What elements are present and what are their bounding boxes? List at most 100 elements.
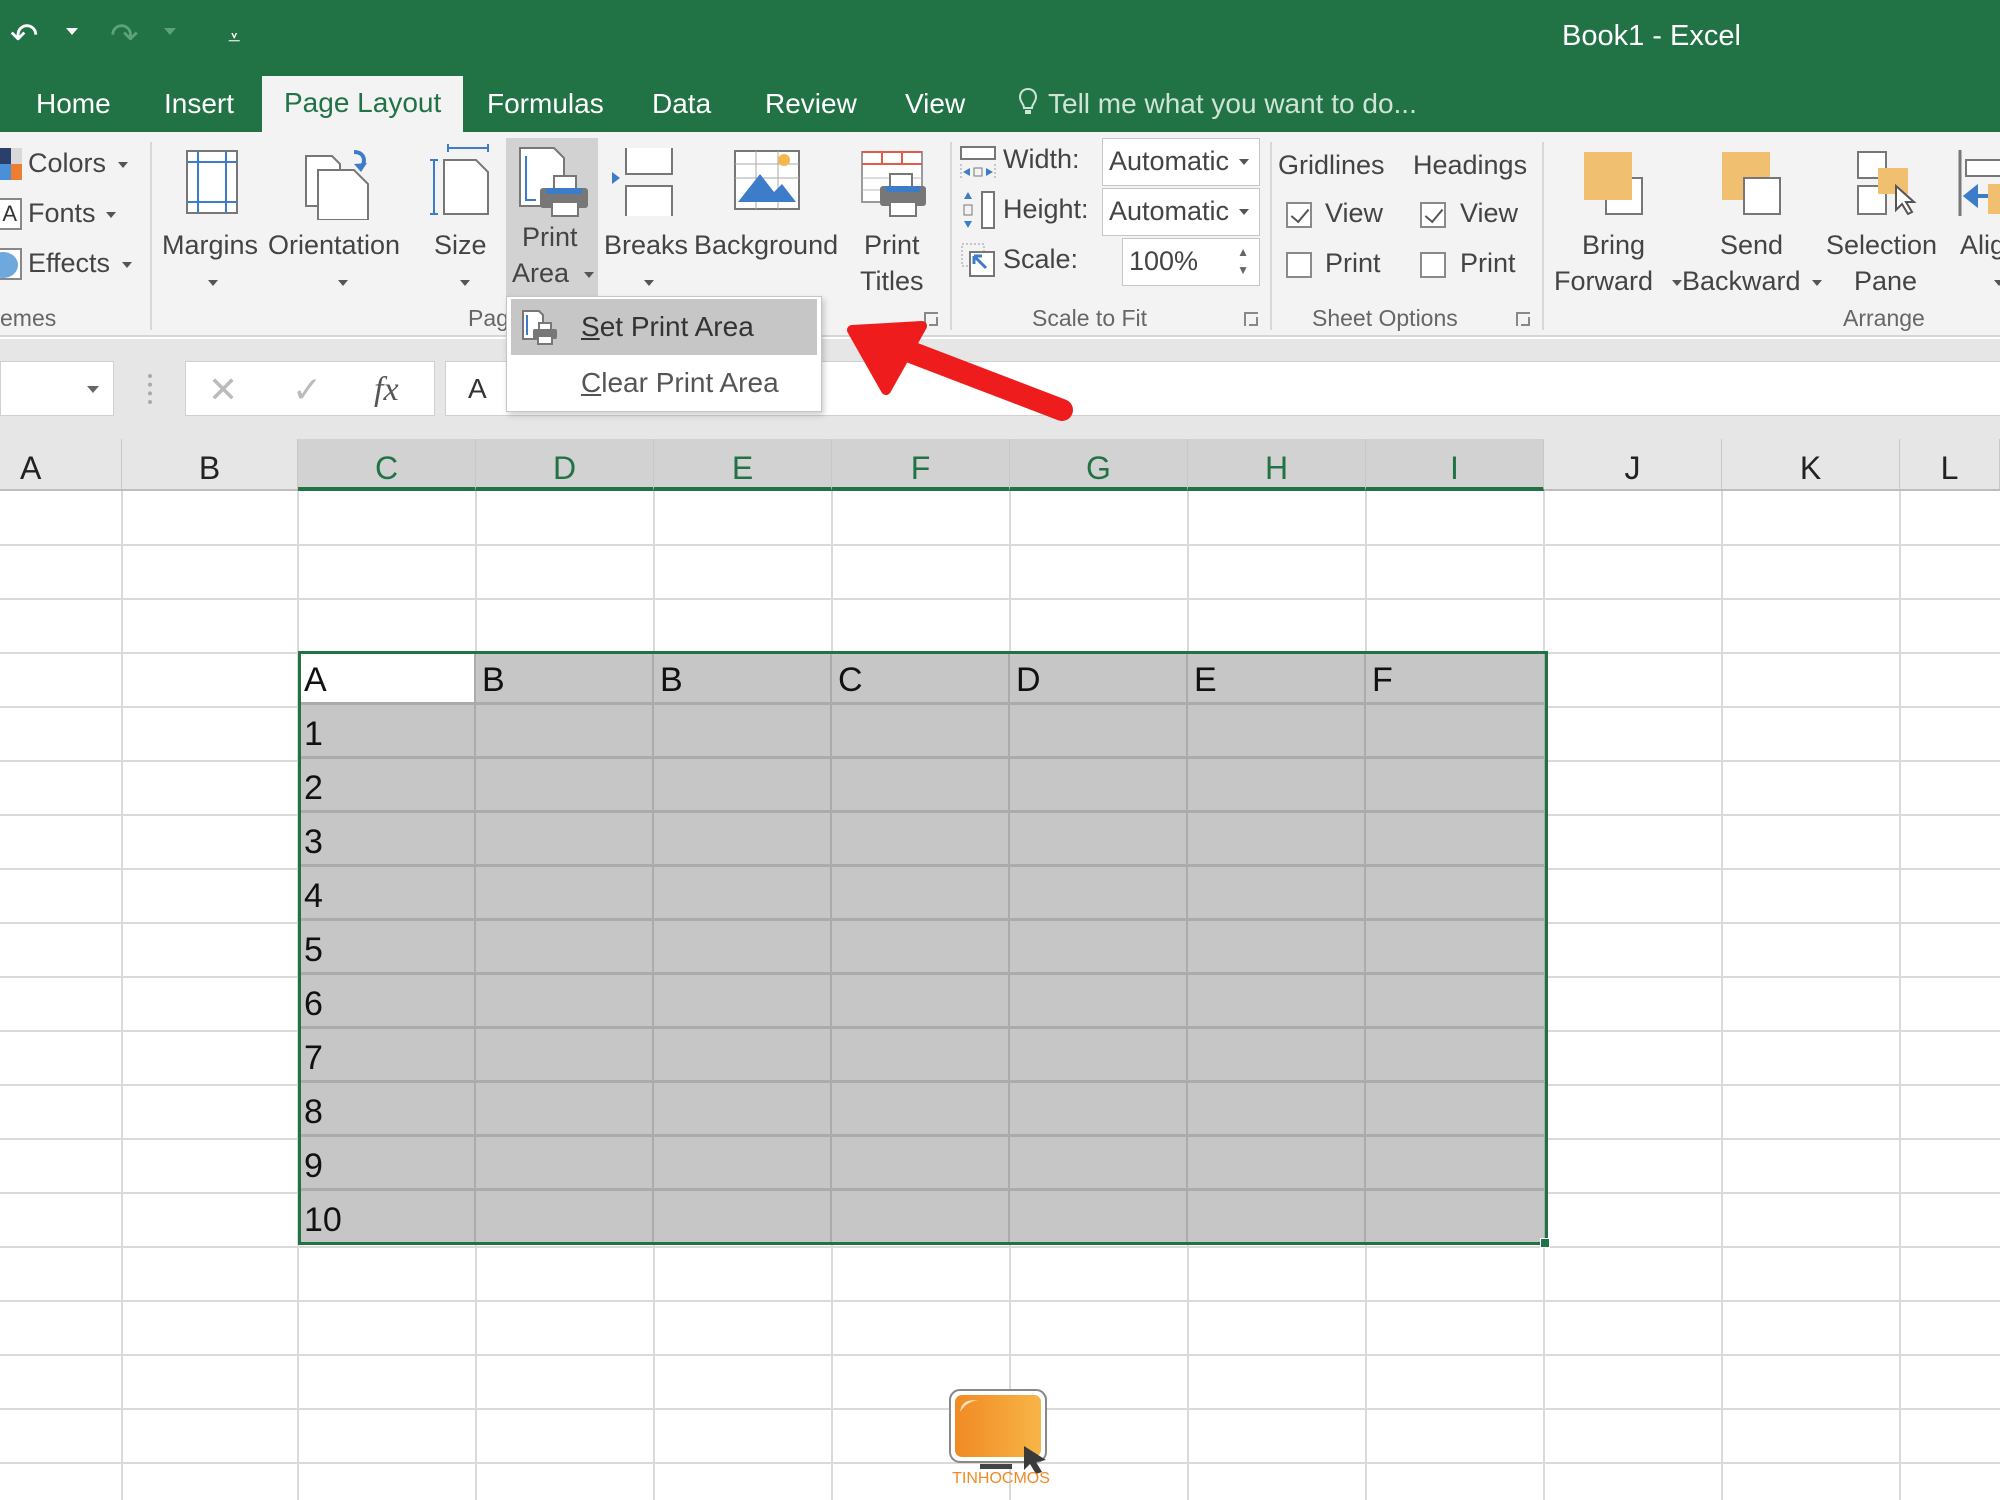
- tell-me-search[interactable]: Tell me what you want to do...: [1018, 86, 1417, 122]
- table-header-cell[interactable]: C: [832, 651, 1010, 705]
- table-cell[interactable]: [654, 813, 832, 867]
- spin-down-icon[interactable]: ▼: [1237, 263, 1249, 277]
- table-header-cell[interactable]: E: [1188, 651, 1366, 705]
- table-cell[interactable]: [654, 867, 832, 921]
- gridlines-print-checkbox[interactable]: [1286, 252, 1312, 278]
- insert-function-icon[interactable]: fx: [374, 368, 399, 412]
- table-cell[interactable]: [1366, 1029, 1546, 1083]
- table-cell[interactable]: [832, 813, 1010, 867]
- align-button[interactable]: Alig: [1950, 140, 2000, 300]
- table-cell[interactable]: [1010, 1191, 1188, 1245]
- formula-bar-grip[interactable]: [148, 374, 152, 404]
- table-header-cell[interactable]: D: [1010, 651, 1188, 705]
- table-cell[interactable]: [1366, 921, 1546, 975]
- margins-button[interactable]: Margins: [158, 140, 268, 300]
- scale-spinner[interactable]: 100% ▲ ▼: [1122, 238, 1260, 286]
- table-cell[interactable]: [1188, 921, 1366, 975]
- table-cell[interactable]: [1188, 1029, 1366, 1083]
- print-titles-button[interactable]: Print Titles: [852, 140, 932, 300]
- table-cell[interactable]: [832, 1191, 1010, 1245]
- table-cell[interactable]: [1366, 813, 1546, 867]
- selection-pane-button[interactable]: Selection Pane: [1826, 140, 1942, 300]
- height-dropdown[interactable]: Automatic: [1102, 188, 1260, 236]
- enter-icon[interactable]: ✓: [292, 368, 322, 412]
- table-cell[interactable]: [476, 705, 654, 759]
- table-cell[interactable]: [476, 1191, 654, 1245]
- name-box[interactable]: [0, 361, 114, 416]
- send-backward-button[interactable]: Send Backward: [1680, 140, 1822, 300]
- table-cell[interactable]: 4: [298, 867, 476, 921]
- column-header-a[interactable]: A: [0, 439, 122, 489]
- set-print-area-menu-item[interactable]: Set Print Area: [511, 299, 817, 355]
- table-cell[interactable]: [1188, 1083, 1366, 1137]
- tab-review[interactable]: Review: [765, 86, 857, 132]
- table-cell[interactable]: [654, 975, 832, 1029]
- column-header-l[interactable]: L: [1900, 439, 2000, 489]
- table-cell[interactable]: 1: [298, 705, 476, 759]
- effects-button[interactable]: Effects: [0, 244, 140, 284]
- table-header-cell[interactable]: B: [476, 651, 654, 705]
- table-cell[interactable]: 9: [298, 1137, 476, 1191]
- table-cell[interactable]: [476, 975, 654, 1029]
- table-cell[interactable]: [1188, 813, 1366, 867]
- spin-up-icon[interactable]: ▲: [1237, 245, 1249, 259]
- size-button[interactable]: Size: [420, 140, 500, 300]
- column-header-g[interactable]: G: [1010, 439, 1188, 491]
- width-dropdown[interactable]: Automatic: [1102, 138, 1260, 186]
- column-header-f[interactable]: F: [832, 439, 1010, 491]
- table-cell[interactable]: [1010, 705, 1188, 759]
- table-cell[interactable]: [1010, 975, 1188, 1029]
- table-cell[interactable]: 3: [298, 813, 476, 867]
- table-cell[interactable]: 2: [298, 759, 476, 813]
- table-cell[interactable]: [1188, 705, 1366, 759]
- table-cell[interactable]: 7: [298, 1029, 476, 1083]
- table-cell[interactable]: 8: [298, 1083, 476, 1137]
- table-cell[interactable]: [1366, 705, 1546, 759]
- table-cell[interactable]: 5: [298, 921, 476, 975]
- table-header-cell[interactable]: F: [1366, 651, 1546, 705]
- headings-print-checkbox[interactable]: [1420, 252, 1446, 278]
- tab-formulas[interactable]: Formulas: [487, 86, 604, 132]
- table-cell[interactable]: [832, 1029, 1010, 1083]
- table-cell[interactable]: [832, 1137, 1010, 1191]
- table-cell[interactable]: [476, 813, 654, 867]
- tab-home[interactable]: Home: [36, 86, 111, 132]
- table-cell[interactable]: [654, 1137, 832, 1191]
- undo-dropdown-icon[interactable]: [66, 28, 78, 35]
- table-cell[interactable]: [1010, 813, 1188, 867]
- undo-icon[interactable]: ↶: [10, 14, 39, 58]
- table-cell[interactable]: [1010, 1029, 1188, 1083]
- orientation-button[interactable]: Orientation: [268, 140, 408, 300]
- table-cell[interactable]: [654, 705, 832, 759]
- tab-insert[interactable]: Insert: [164, 86, 234, 132]
- column-header-i[interactable]: I: [1366, 439, 1544, 491]
- table-cell[interactable]: [476, 921, 654, 975]
- column-header-j[interactable]: J: [1544, 439, 1722, 489]
- tab-view[interactable]: View: [905, 86, 965, 132]
- table-cell[interactable]: [1010, 1083, 1188, 1137]
- table-cell[interactable]: [1010, 867, 1188, 921]
- table-cell[interactable]: [1010, 1137, 1188, 1191]
- tab-data[interactable]: Data: [652, 86, 711, 132]
- column-header-d[interactable]: D: [476, 439, 654, 491]
- table-cell[interactable]: [832, 867, 1010, 921]
- table-cell[interactable]: [476, 1083, 654, 1137]
- column-header-b[interactable]: B: [122, 439, 298, 489]
- cancel-icon[interactable]: ✕: [208, 368, 238, 412]
- table-cell[interactable]: [1188, 759, 1366, 813]
- table-cell[interactable]: [1366, 1083, 1546, 1137]
- table-cell[interactable]: [654, 921, 832, 975]
- table-cell[interactable]: [1366, 975, 1546, 1029]
- redo-icon[interactable]: ↷: [110, 14, 139, 58]
- redo-dropdown-icon[interactable]: [164, 28, 176, 35]
- table-cell[interactable]: 6: [298, 975, 476, 1029]
- name-box-dropdown-icon[interactable]: [87, 386, 99, 393]
- sheet-options-dialog-launcher[interactable]: [1516, 312, 1530, 326]
- table-cell[interactable]: [476, 1137, 654, 1191]
- bring-forward-button[interactable]: Bring Forward: [1552, 140, 1682, 300]
- fonts-button[interactable]: A Fonts: [0, 194, 140, 234]
- table-cell[interactable]: [1188, 1137, 1366, 1191]
- table-cell[interactable]: [476, 1029, 654, 1083]
- table-header-cell[interactable]: B: [654, 651, 832, 705]
- colors-button[interactable]: Colors: [0, 144, 140, 184]
